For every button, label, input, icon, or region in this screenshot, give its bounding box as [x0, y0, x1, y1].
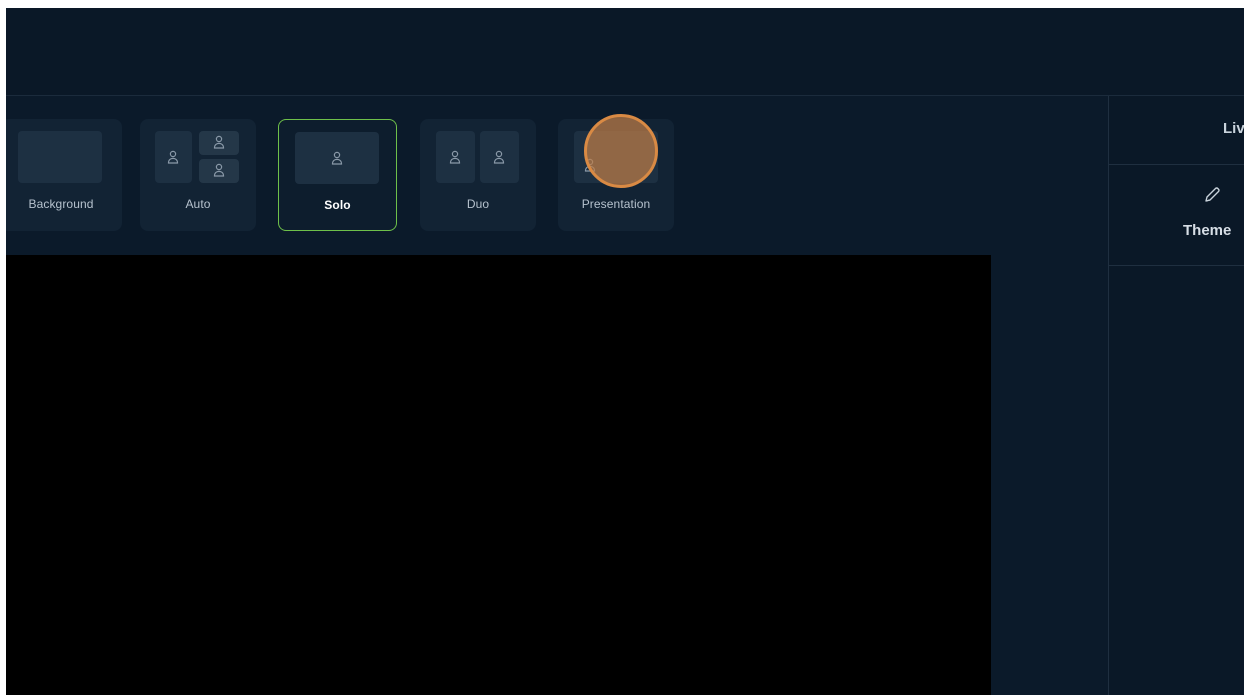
person-icon: [331, 151, 343, 165]
person-icon: [449, 150, 461, 164]
person-icon: [167, 150, 179, 164]
layout-label: Auto: [185, 197, 211, 211]
top-bar: [6, 8, 1244, 96]
person-icon: [213, 135, 225, 149]
layout-card-background[interactable]: Background: [6, 119, 122, 231]
layout-card-solo[interactable]: Solo: [278, 119, 397, 231]
person-icon: [213, 163, 225, 177]
video-stage: [6, 255, 991, 695]
layout-thumbnail: [199, 131, 239, 155]
layout-card-presentation[interactable]: Presentation: [558, 119, 674, 231]
layout-label: Solo: [324, 198, 351, 212]
person-icon: [493, 150, 505, 164]
layout-card-auto[interactable]: Auto: [140, 119, 256, 231]
layout-thumbnail: [480, 131, 519, 183]
layout-thumbnail: [295, 132, 379, 184]
layout-thumbnail: [18, 131, 102, 183]
layout-label: Presentation: [581, 197, 651, 211]
layout-label: Duo: [466, 197, 490, 211]
person-icon: [584, 158, 596, 172]
pencil-icon: [1203, 186, 1221, 204]
right-panel: Liv Theme: [1108, 96, 1244, 695]
theme-button[interactable]: Theme: [1109, 165, 1244, 266]
tab-live-label: Liv: [1223, 120, 1244, 137]
theme-button-label: Theme: [1183, 222, 1232, 239]
layout-card-duo[interactable]: Duo: [420, 119, 536, 231]
layout-label: Background: [28, 197, 94, 211]
layout-thumbnail: [574, 131, 658, 183]
layout-thumbnail: [436, 131, 475, 183]
layout-thumbnail: [155, 131, 192, 183]
layout-selector: Background Auto Solo Duo Presentation: [6, 96, 1108, 256]
layout-thumbnail: [199, 159, 239, 183]
app-window: Background Auto Solo Duo Presentation Li…: [6, 8, 1244, 695]
tab-live[interactable]: Liv: [1109, 96, 1244, 165]
